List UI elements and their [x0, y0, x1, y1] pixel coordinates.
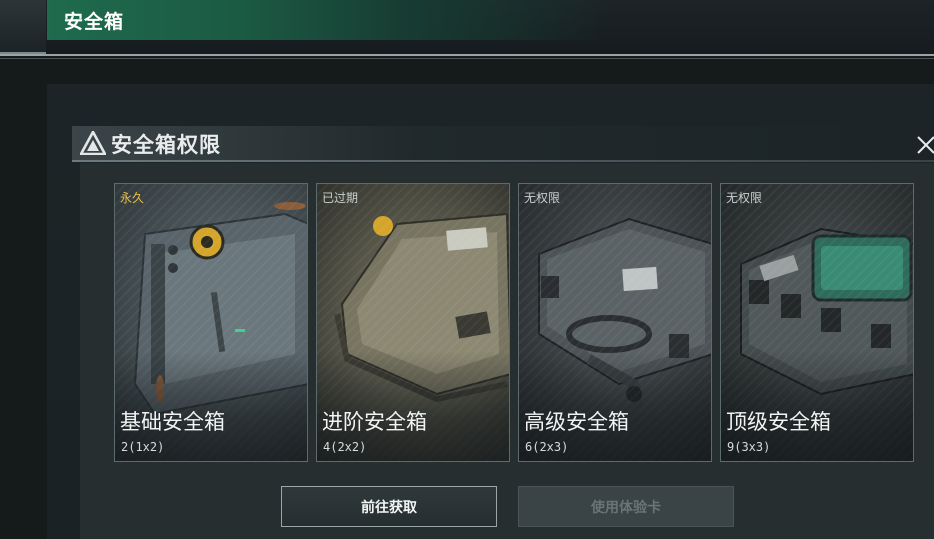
top-bar: 安全箱	[0, 0, 934, 59]
card-name: 高级安全箱	[524, 410, 629, 434]
header-divider-thin	[0, 58, 934, 59]
safe-box-card-advanced[interactable]: 已过期 进阶安全箱 4(2x2)	[316, 183, 510, 462]
card-capacity: 6(2x3)	[525, 440, 569, 454]
dialog-header-line	[72, 160, 934, 162]
page-title: 安全箱	[64, 11, 125, 33]
title-tab	[47, 0, 607, 40]
close-icon[interactable]	[915, 134, 934, 156]
card-capacity: 9(3x3)	[727, 440, 771, 454]
warning-triangle-icon	[80, 131, 106, 155]
safe-box-card-basic[interactable]: 永久 基础安全箱 2(1x2)	[114, 183, 308, 462]
dialog-title: 安全箱权限	[111, 133, 221, 157]
card-name: 进阶安全箱	[322, 410, 427, 434]
card-capacity: 4(2x2)	[323, 440, 367, 454]
card-status: 永久	[120, 191, 145, 205]
card-name: 基础安全箱	[120, 410, 225, 434]
use-trial-card-button[interactable]: 使用体验卡	[518, 486, 734, 527]
card-status: 已过期	[322, 191, 359, 205]
safe-box-card-premium[interactable]: 无权限 高级安全箱 6(2x3)	[518, 183, 712, 462]
header-divider	[0, 54, 934, 56]
card-capacity: 2(1x2)	[121, 440, 165, 454]
card-status: 无权限	[524, 191, 561, 205]
card-status: 无权限	[726, 191, 763, 205]
go-acquire-button[interactable]: 前往获取	[281, 486, 497, 527]
safe-box-card-top[interactable]: 无权限 顶级安全箱 9(3x3)	[720, 183, 914, 462]
back-button[interactable]	[0, 0, 46, 54]
card-name: 顶级安全箱	[726, 410, 831, 434]
